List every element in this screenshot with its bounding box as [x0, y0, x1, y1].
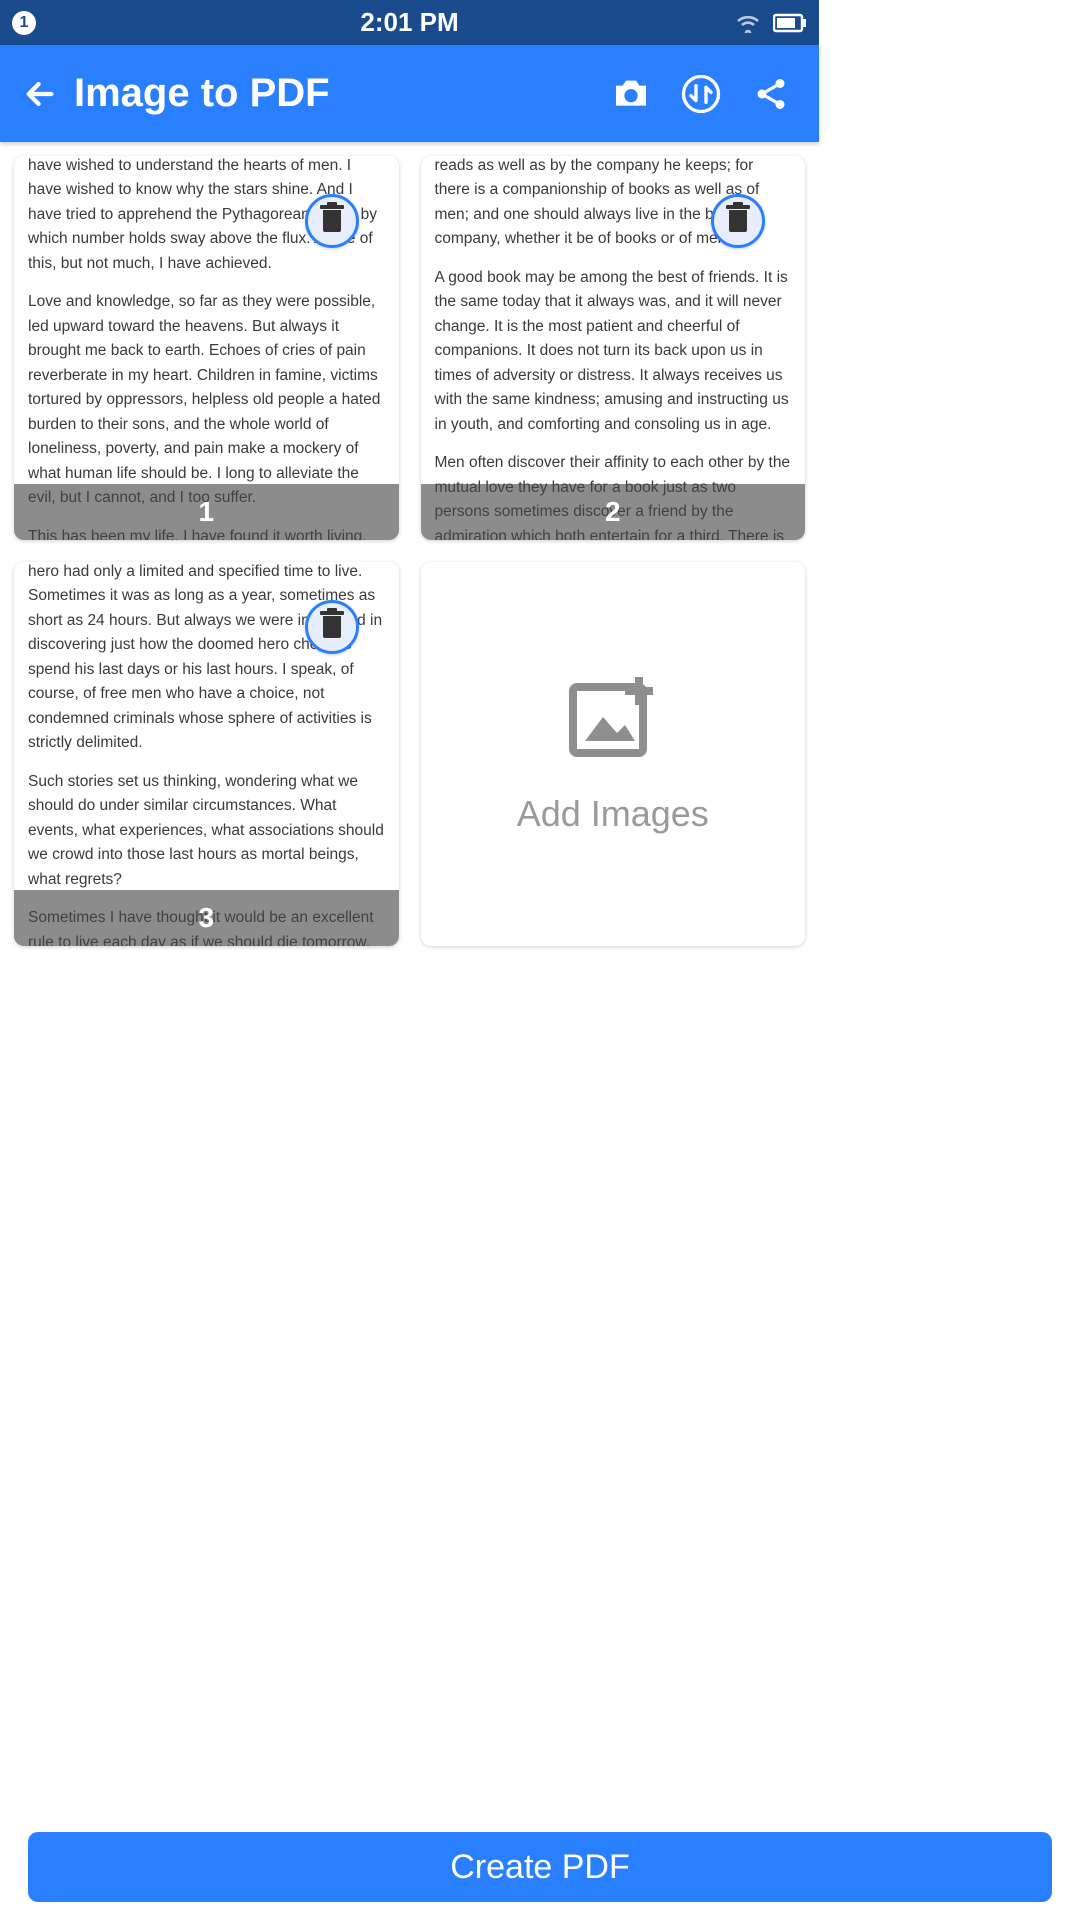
battery-icon: [773, 13, 807, 33]
image-grid: have wished to understand the hearts of …: [14, 156, 805, 946]
add-images-card[interactable]: Add Images: [421, 562, 806, 946]
create-pdf-button[interactable]: Create PDF: [28, 1832, 1052, 1902]
trash-icon: [323, 616, 341, 638]
image-card[interactable]: reads as well as by the company he keeps…: [421, 156, 806, 540]
back-button[interactable]: [20, 74, 60, 114]
trash-icon: [729, 210, 747, 232]
page-number-badge: 2: [421, 484, 806, 540]
status-time: 2:01 PM: [360, 7, 458, 38]
page-title: Image to PDF: [74, 71, 330, 116]
status-bar: 1 2:01 PM: [0, 0, 819, 45]
camera-button[interactable]: [603, 66, 659, 122]
sort-arrows-icon: [681, 74, 721, 114]
share-button[interactable]: [743, 66, 799, 122]
preview-text: hero had only a limited and specified ti…: [28, 562, 385, 756]
image-card[interactable]: have wished to understand the hearts of …: [14, 156, 399, 540]
preview-text: Such stories set us thinking, wondering …: [28, 770, 385, 892]
add-image-icon: [563, 673, 663, 763]
wifi-icon: [735, 13, 761, 33]
app-bar: Image to PDF: [0, 45, 819, 142]
preview-text: A good book may be among the best of fri…: [435, 266, 792, 437]
image-card[interactable]: hero had only a limited and specified ti…: [14, 562, 399, 946]
delete-image-button[interactable]: [305, 194, 359, 248]
trash-icon: [323, 210, 341, 232]
page-number-badge: 3: [14, 890, 399, 946]
sort-button[interactable]: [673, 66, 729, 122]
share-icon: [753, 76, 789, 112]
page-number-badge: 1: [14, 484, 399, 540]
preview-text: Love and knowledge, so far as they were …: [28, 290, 385, 510]
content-area: have wished to understand the hearts of …: [0, 142, 819, 1356]
camera-icon: [611, 77, 651, 111]
delete-image-button[interactable]: [305, 600, 359, 654]
notification-badge: 1: [12, 11, 36, 35]
add-images-label: Add Images: [517, 793, 709, 835]
bottom-bar: Create PDF: [0, 1818, 1080, 1920]
arrow-left-icon: [23, 77, 57, 111]
delete-image-button[interactable]: [711, 194, 765, 248]
